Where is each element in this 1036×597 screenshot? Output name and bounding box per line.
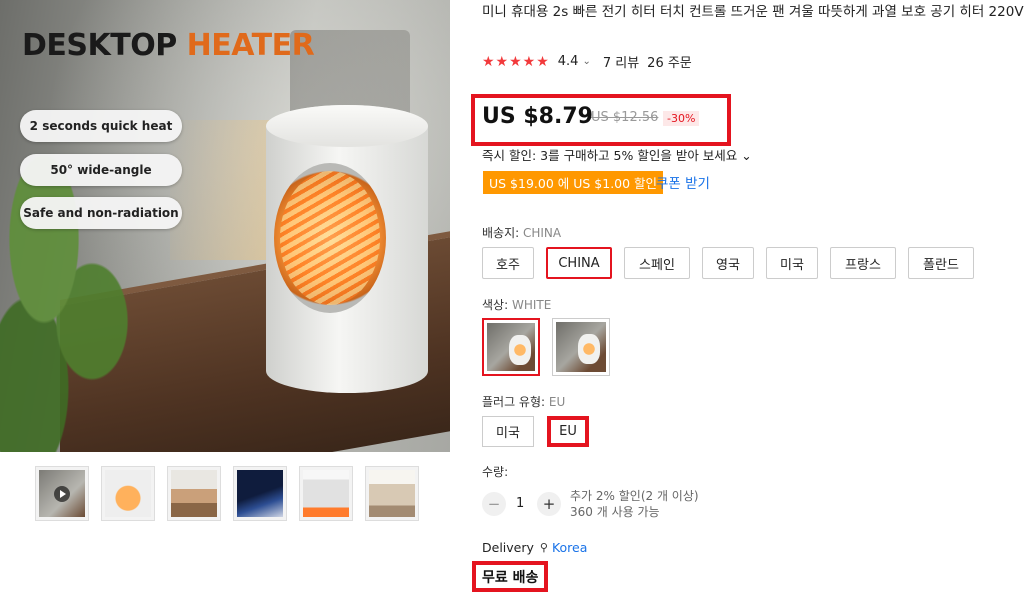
- thumbnail-1[interactable]: [35, 466, 89, 521]
- image-plant: [0, 140, 140, 452]
- ship-from-label: 배송지: CHINA: [482, 224, 561, 241]
- order-count: 26 주문: [647, 56, 692, 71]
- thumbnail-image: [303, 470, 349, 517]
- thumbnail-image: [171, 470, 217, 517]
- location-pin-icon: ⚲: [539, 541, 548, 554]
- color-label-text: 색상:: [482, 298, 512, 312]
- color-label: 색상: WHITE: [482, 296, 551, 313]
- current-price: US $8.79: [482, 104, 593, 129]
- image-headline-main: DESKTOP: [22, 28, 187, 63]
- image-heater-device: [266, 105, 428, 393]
- thumbnail-image: [237, 470, 283, 517]
- review-count[interactable]: 7 리뷰: [603, 52, 639, 71]
- stock-available: 360 개 사용 가능: [570, 505, 660, 519]
- quantity-value[interactable]: 1: [516, 496, 524, 511]
- bulk-discount-note: 추가 2% 할인(2 개 이상): [570, 489, 699, 503]
- thumbnail-strip: [35, 466, 419, 521]
- color-option-white[interactable]: [482, 318, 540, 376]
- ship-option-france[interactable]: 프랑스: [830, 247, 896, 279]
- chevron-down-icon: ⌄: [741, 148, 752, 163]
- feature-pill-wide-angle: 50° wide-angle: [20, 154, 182, 186]
- thumbnail-3[interactable]: [167, 466, 221, 521]
- thumbnail-image: [369, 470, 415, 517]
- thumbnail-2[interactable]: [101, 466, 155, 521]
- plug-type-label-text: 플러그 유형:: [482, 395, 549, 409]
- delivery-label: Delivery: [482, 540, 534, 555]
- quantity-note: 추가 2% 할인(2 개 이상) 360 개 사용 가능: [570, 488, 699, 520]
- delivery-location-link[interactable]: Korea: [552, 540, 587, 555]
- heater-grille: [280, 171, 380, 305]
- instant-discount[interactable]: 즉시 할인: 3를 구매하고 5% 할인을 받아 보세요 ⌄: [482, 145, 752, 164]
- ship-option-poland[interactable]: 폴란드: [908, 247, 974, 279]
- ship-option-usa[interactable]: 미국: [766, 247, 818, 279]
- coupon-badge: US $19.00 에 US $1.00 할인: [483, 171, 664, 194]
- star-rating-icon: ★★★★★: [482, 53, 550, 70]
- quantity-increase-button[interactable]: +: [537, 492, 561, 516]
- ship-from-value: CHINA: [522, 226, 562, 240]
- ship-option-china[interactable]: CHINA: [546, 247, 612, 279]
- original-price: US $12.56: [591, 110, 659, 125]
- ship-option-spain[interactable]: 스페인: [624, 247, 690, 279]
- color-option-2[interactable]: [552, 318, 610, 376]
- thumbnail-4[interactable]: [233, 466, 287, 521]
- rating-value[interactable]: 4.4: [558, 54, 579, 69]
- play-icon: [54, 486, 70, 502]
- ship-option-australia[interactable]: 호주: [482, 247, 534, 279]
- image-headline: DESKTOP HEATER: [22, 28, 315, 63]
- image-headline-accent: HEATER: [186, 28, 315, 63]
- feature-pill-quick-heat: 2 seconds quick heat: [20, 110, 182, 142]
- ship-from-label-text: 배송지:: [482, 226, 523, 240]
- instant-discount-text: 즉시 할인: 3를 구매하고 5% 할인을 받아 보세요: [482, 148, 738, 163]
- rating-row: ★★★★★ 4.4 ⌄ 7 리뷰 26 주문: [482, 52, 692, 72]
- free-shipping: 무료 배송: [472, 561, 549, 592]
- ship-option-uk[interactable]: 영국: [702, 247, 754, 279]
- thumbnail-5[interactable]: [299, 466, 353, 521]
- quantity-decrease-button[interactable]: −: [482, 492, 506, 516]
- delivery-row: Delivery ⚲ Korea: [482, 540, 587, 555]
- feature-pill-safe: Safe and non-radiation: [20, 197, 182, 229]
- thumbnail-6[interactable]: [365, 466, 419, 521]
- get-coupon-link[interactable]: 쿠폰 받기: [656, 172, 710, 192]
- heater-top: [266, 105, 428, 147]
- plug-option-eu[interactable]: EU: [547, 416, 589, 447]
- plug-type-value: EU: [548, 395, 566, 409]
- quantity-label: 수량:: [482, 465, 509, 479]
- color-value: WHITE: [511, 298, 552, 312]
- discount-badge: -30%: [663, 111, 700, 126]
- product-title: 미니 휴대용 2s 빠른 전기 히터 터치 컨트롤 뜨거운 팬 겨울 따뜻하게 …: [482, 4, 1024, 20]
- color-swatch-image: [556, 322, 606, 372]
- color-swatch-image: [487, 323, 535, 371]
- chevron-down-icon[interactable]: ⌄: [582, 56, 590, 67]
- plug-type-label: 플러그 유형: EU: [482, 393, 565, 410]
- plug-option-us[interactable]: 미국: [482, 416, 534, 447]
- product-main-image[interactable]: DESKTOP HEATER 2 seconds quick heat 50° …: [0, 0, 450, 452]
- thumbnail-image: [105, 470, 151, 517]
